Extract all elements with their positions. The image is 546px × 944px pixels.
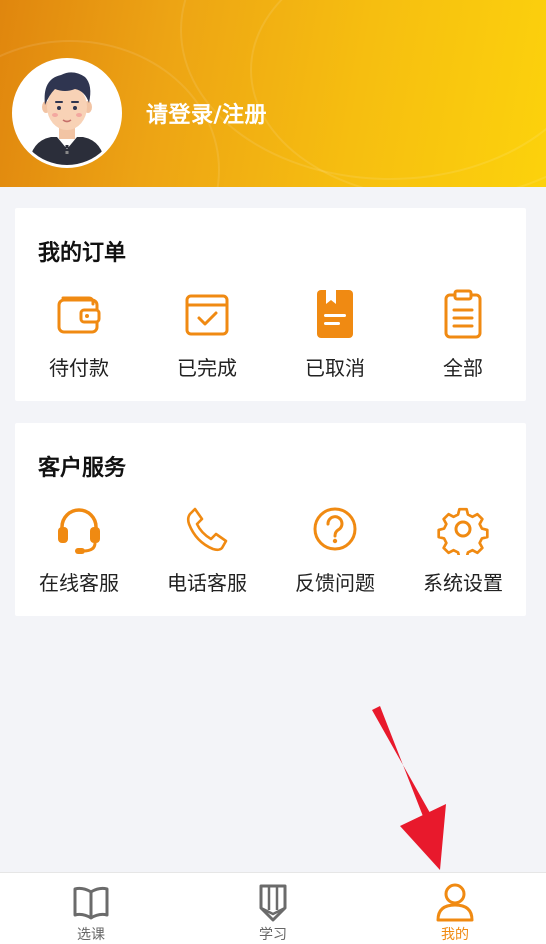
system-settings[interactable]: 系统设置 <box>399 503 527 613</box>
question-icon <box>313 507 357 551</box>
my-orders-card: 我的订单 待付款 已完成 已取消 全部 <box>15 208 526 401</box>
bookmark-doc-icon <box>317 290 353 338</box>
order-cancelled-label: 已取消 <box>305 356 365 380</box>
tab-study-label: 学习 <box>259 927 287 943</box>
avatar[interactable] <box>12 58 122 168</box>
feedback-label: 反馈问题 <box>295 571 375 595</box>
order-completed[interactable]: 已完成 <box>143 288 271 398</box>
gear-icon <box>437 507 489 555</box>
annotation-arrow-icon <box>372 706 446 870</box>
wallet-icon <box>57 296 101 334</box>
bottom-tab-bar: 选课 学习 我的 <box>0 872 546 944</box>
tab-mine-label: 我的 <box>441 927 469 943</box>
avatar-icon <box>29 72 105 165</box>
online-support[interactable]: 在线客服 <box>15 503 143 613</box>
pencil-icon <box>259 884 287 922</box>
headset-icon <box>58 508 100 554</box>
my-orders-title: 我的订单 <box>38 241 127 266</box>
order-cancelled[interactable]: 已取消 <box>271 288 399 398</box>
tab-study[interactable]: 学习 <box>182 873 364 944</box>
clipboard-icon <box>444 289 482 339</box>
profile-header: 请登录/注册 <box>0 0 546 187</box>
book-icon <box>73 886 109 920</box>
tab-mine[interactable]: 我的 <box>364 873 546 944</box>
phone-support-label: 电话客服 <box>167 571 247 595</box>
tab-courses[interactable]: 选课 <box>0 873 182 944</box>
system-settings-label: 系统设置 <box>423 571 503 595</box>
customer-service-card: 客户服务 在线客服 电话客服 反馈问题 系统设置 <box>15 423 526 616</box>
order-pending-payment[interactable]: 待付款 <box>15 288 143 398</box>
phone-support[interactable]: 电话客服 <box>143 503 271 613</box>
user-icon <box>436 883 474 922</box>
tab-courses-label: 选课 <box>77 927 105 943</box>
phone-icon <box>186 507 228 552</box>
order-all[interactable]: 全部 <box>399 288 527 398</box>
login-register-link[interactable]: 请登录/注册 <box>146 97 267 129</box>
online-support-label: 在线客服 <box>39 571 119 595</box>
calendar-check-icon <box>185 294 229 336</box>
order-pending-payment-label: 待付款 <box>49 356 109 380</box>
order-all-label: 全部 <box>443 356 483 380</box>
order-completed-label: 已完成 <box>177 356 237 380</box>
customer-service-title: 客户服务 <box>38 456 127 481</box>
feedback[interactable]: 反馈问题 <box>271 503 399 613</box>
